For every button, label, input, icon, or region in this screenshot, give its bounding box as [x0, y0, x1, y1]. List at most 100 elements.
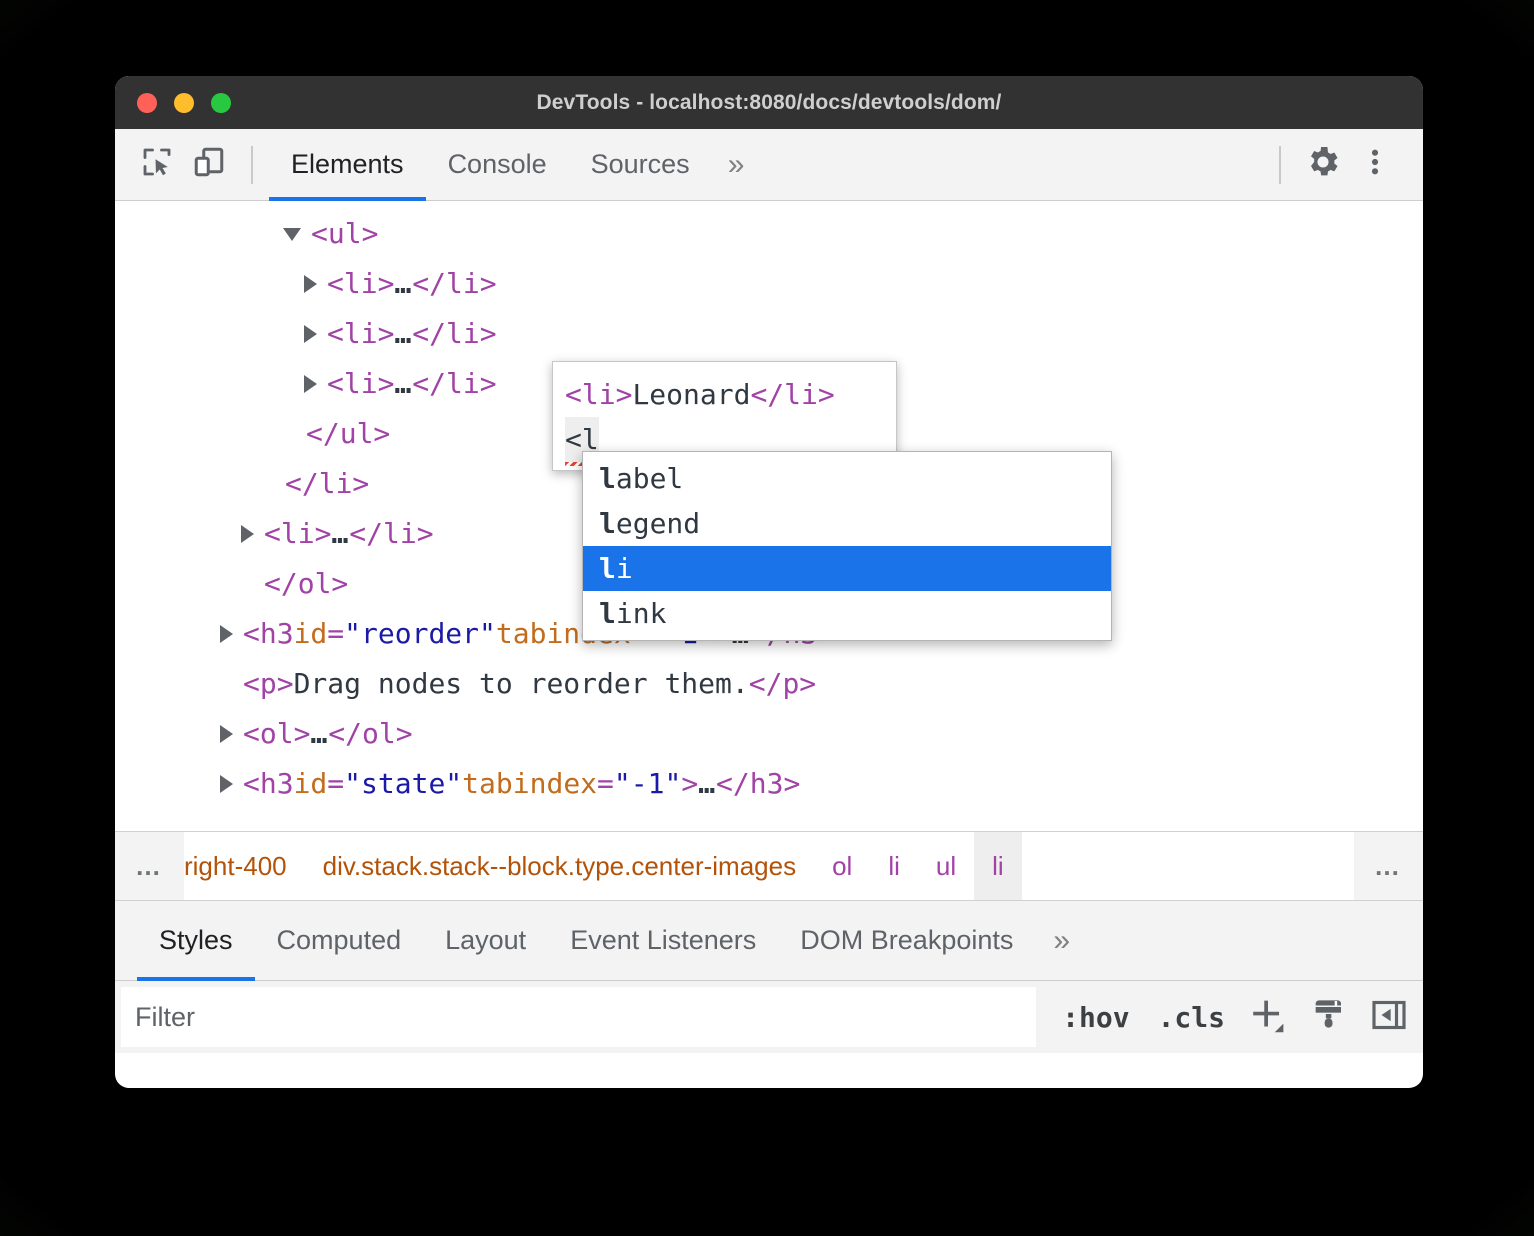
autocomplete-matched-prefix: l — [599, 507, 616, 540]
dom-tree-row[interactable]: <ol>…</ol> — [115, 709, 1423, 759]
more-styles-tabs-button[interactable]: » — [1035, 901, 1088, 980]
tab-dom-breakpoints[interactable]: DOM Breakpoints — [778, 901, 1035, 980]
dom-token-tag: </li> — [412, 359, 496, 409]
autocomplete-remainder: ink — [616, 597, 667, 630]
dom-token-tag: </li> — [349, 509, 433, 559]
tab-elements-label: Elements — [291, 149, 404, 180]
panel-collapse-icon — [1369, 995, 1409, 1040]
dom-tree-row[interactable]: <ul> — [115, 209, 1423, 259]
tab-elements[interactable]: Elements — [269, 129, 426, 200]
more-options-button[interactable] — [1349, 139, 1401, 191]
tab-console[interactable]: Console — [426, 129, 569, 200]
tag-autocomplete-dropdown[interactable]: labellegendlilink — [582, 451, 1112, 641]
dom-token-attr: id — [294, 759, 328, 809]
dom-token-tag: <li> — [327, 359, 394, 409]
element-classes-button[interactable]: .cls — [1146, 1001, 1237, 1034]
dom-token-ell: … — [394, 359, 412, 409]
dom-tree-row[interactable]: <li>…</li> — [115, 309, 1423, 359]
new-style-rule-button[interactable] — [1241, 989, 1297, 1045]
dom-tree-row[interactable]: <p>Drag nodes to reorder them.</p> — [115, 659, 1423, 709]
dom-token-tag: <li> — [327, 309, 394, 359]
breadcrumb-item-ul[interactable]: ul — [918, 832, 974, 900]
dom-token-val: "state" — [344, 759, 462, 809]
close-window-button[interactable] — [137, 93, 157, 113]
styles-sidebar-pane: Styles Computed Layout Event Listeners D… — [115, 901, 1423, 1053]
dom-token-tag: = — [327, 609, 344, 659]
tab-event-listeners[interactable]: Event Listeners — [548, 901, 778, 980]
dom-token-val: "-1" — [614, 759, 681, 809]
tab-computed[interactable]: Computed — [255, 901, 424, 980]
devtools-main-toolbar: Elements Console Sources » — [115, 129, 1423, 201]
dom-token-tag: = — [597, 759, 614, 809]
autocomplete-remainder: i — [616, 552, 633, 585]
breadcrumb-item-li[interactable]: li — [974, 832, 1022, 900]
dom-tree-row[interactable]: <li>…</li> — [115, 259, 1423, 309]
window-titlebar: DevTools - localhost:8080/docs/devtools/… — [115, 76, 1423, 129]
gear-icon — [1304, 143, 1342, 186]
tab-layout[interactable]: Layout — [423, 901, 548, 980]
editor-close-tag: </li> — [750, 378, 834, 411]
expand-arrow-closed-icon[interactable] — [304, 325, 317, 343]
autocomplete-matched-prefix: l — [599, 552, 616, 585]
dom-token-tag: </h3> — [716, 759, 800, 809]
dom-breadcrumb-bar[interactable]: … right-400div.stack.stack--block.type.c… — [115, 831, 1423, 901]
autocomplete-item-legend[interactable]: legend — [583, 501, 1111, 546]
settings-button[interactable] — [1297, 139, 1349, 191]
autocomplete-matched-prefix: l — [599, 597, 616, 630]
expand-arrow-closed-icon[interactable] — [304, 275, 317, 293]
more-vertical-icon — [1359, 146, 1391, 183]
breadcrumb-overflow-left[interactable]: … — [115, 832, 184, 900]
dom-token-attr: tabindex — [462, 759, 597, 809]
breadcrumb-item-div-stack-stack-block-type-center-images[interactable]: div.stack.stack--block.type.center-image… — [305, 832, 814, 900]
expand-arrow-open-icon[interactable] — [283, 228, 301, 241]
inspect-element-button[interactable] — [131, 139, 183, 191]
autocomplete-item-link[interactable]: link — [583, 591, 1111, 636]
breadcrumb-items: right-400div.stack.stack--block.type.cen… — [184, 832, 1354, 900]
copy-all-declarations-button[interactable] — [1301, 989, 1357, 1045]
breadcrumb-item-li[interactable]: li — [870, 832, 918, 900]
minimize-window-button[interactable] — [174, 93, 194, 113]
tab-styles[interactable]: Styles — [137, 901, 255, 980]
dom-token-tag: <li> — [264, 509, 331, 559]
expand-arrow-closed-icon[interactable] — [220, 725, 233, 743]
dom-token-ell: … — [394, 309, 412, 359]
dom-token-ell: … — [698, 759, 716, 809]
autocomplete-item-li[interactable]: li — [583, 546, 1111, 591]
dom-token-tag: <p> — [243, 659, 294, 709]
device-toolbar-button[interactable] — [183, 139, 235, 191]
toolbar-divider-right — [1279, 146, 1281, 184]
expand-arrow-closed-icon[interactable] — [241, 525, 254, 543]
tab-sources[interactable]: Sources — [569, 129, 712, 200]
breadcrumb-item-right-400[interactable]: right-400 — [184, 832, 305, 900]
more-panels-button[interactable]: » — [712, 129, 761, 200]
toolbar-divider — [251, 146, 253, 184]
autocomplete-item-label[interactable]: label — [583, 456, 1111, 501]
styles-filter-input[interactable] — [121, 987, 1036, 1047]
dom-token-tag: </ol> — [328, 709, 412, 759]
dom-token-tag: </p> — [749, 659, 816, 709]
dom-token-tag: </li> — [412, 259, 496, 309]
tab-layout-label: Layout — [445, 925, 526, 956]
dom-tree-row[interactable]: <h3 id="state" tabindex="-1">…</h3> — [115, 759, 1423, 809]
expand-arrow-closed-icon[interactable] — [220, 775, 233, 793]
dom-token-tag: </li> — [412, 309, 496, 359]
dom-token-tag: <h3 — [243, 609, 294, 659]
breadcrumb-overflow-right[interactable]: … — [1354, 832, 1423, 900]
tab-computed-label: Computed — [277, 925, 402, 956]
tab-dom-breakpoints-label: DOM Breakpoints — [800, 925, 1013, 956]
expand-arrow-closed-icon[interactable] — [304, 375, 317, 393]
toggle-pseudo-classes-button[interactable]: :hov — [1050, 1001, 1141, 1034]
breadcrumb-item-ol[interactable]: ol — [814, 832, 870, 900]
editor-open-tag: <li> — [565, 378, 632, 411]
dom-token-ell: … — [394, 259, 412, 309]
editor-line-1: <li>Leonard</li> — [565, 372, 884, 417]
dom-tree-panel[interactable]: <ul><li>…</li><li>…</li><li>…</li></ul><… — [115, 201, 1423, 831]
expand-arrow-closed-icon[interactable] — [220, 625, 233, 643]
dom-token-tag: <ul> — [311, 209, 378, 259]
window-title: DevTools - localhost:8080/docs/devtools/… — [115, 91, 1423, 115]
dom-token-tag: </li> — [285, 459, 369, 509]
panel-tabs: Elements Console Sources » — [269, 129, 760, 200]
dom-token-val: "reorder" — [344, 609, 496, 659]
maximize-window-button[interactable] — [211, 93, 231, 113]
toggle-sidebar-button[interactable] — [1361, 989, 1417, 1045]
